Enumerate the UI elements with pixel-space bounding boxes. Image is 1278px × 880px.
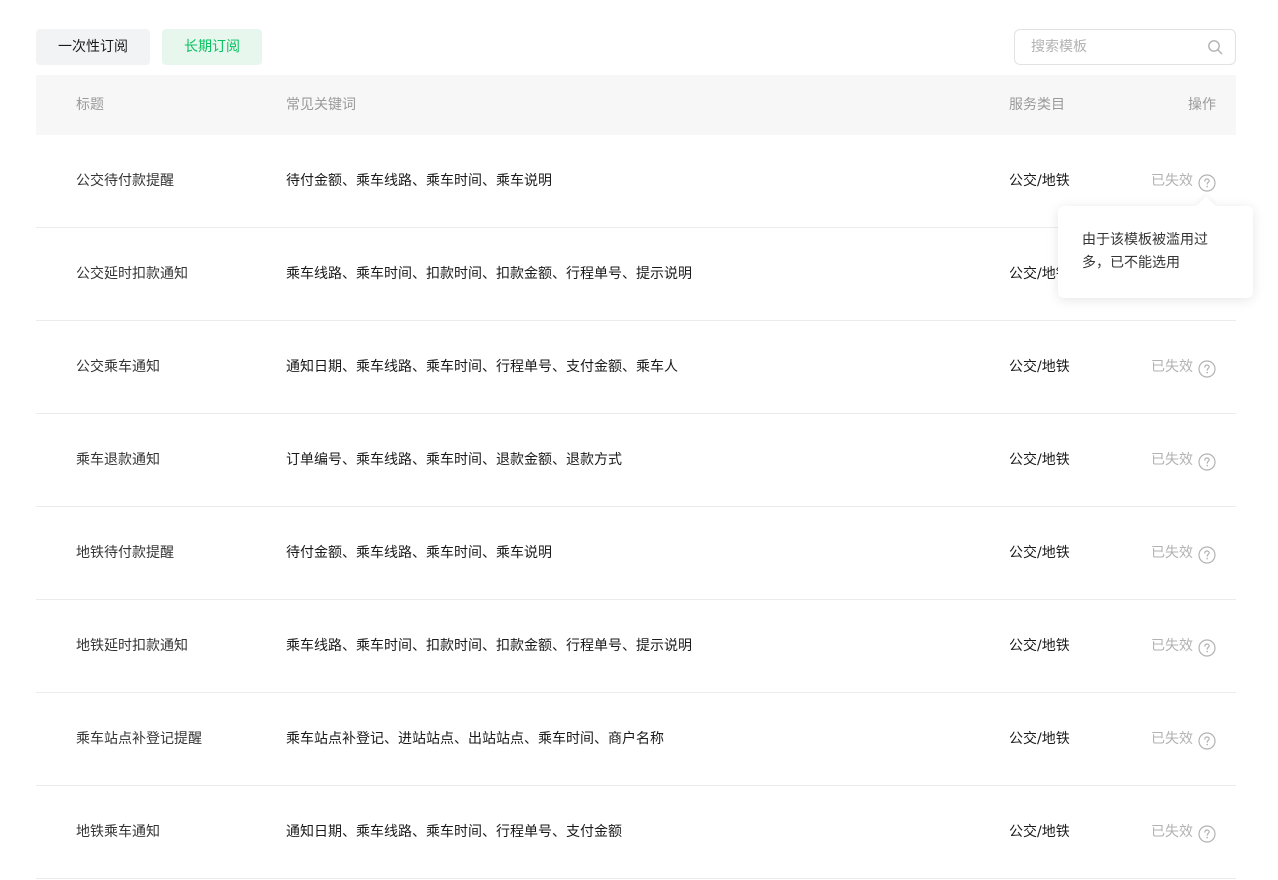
row-keywords: 乘车线路、乘车时间、扣款时间、扣款金额、行程单号、提示说明 bbox=[286, 266, 692, 282]
row-category: 公交/地铁 bbox=[1009, 452, 1070, 468]
status-label: 已失效 bbox=[1151, 638, 1193, 654]
table-row: 乘车站点补登记提醒 乘车站点补登记、进站站点、出站站点、乘车时间、商户名称 公交… bbox=[36, 693, 1236, 786]
row-operation: 已失效 bbox=[1151, 321, 1216, 413]
table-row: 地铁乘车通知 通知日期、乘车线路、乘车时间、行程单号、支付金额 公交/地铁 已失… bbox=[36, 786, 1236, 879]
row-title: 公交乘车通知 bbox=[76, 359, 160, 375]
status-label: 已失效 bbox=[1151, 452, 1193, 468]
tooltip: 由于该模板被滥用过多，已不能选用 bbox=[1058, 206, 1253, 298]
search-box bbox=[1014, 29, 1236, 65]
table-header: 标题 常见关键词 服务类目 操作 bbox=[36, 75, 1236, 135]
row-title: 乘车站点补登记提醒 bbox=[76, 731, 202, 747]
row-operation: 已失效 bbox=[1151, 786, 1216, 878]
status-label: 已失效 bbox=[1151, 359, 1193, 375]
question-circle-icon[interactable] bbox=[1198, 824, 1216, 843]
table-row: 公交待付款提醒 待付金额、乘车线路、乘车时间、乘车说明 公交/地铁 已失效 bbox=[36, 135, 1236, 228]
row-operation: 已失效 bbox=[1151, 693, 1216, 785]
search-input[interactable] bbox=[1031, 30, 1201, 64]
row-title: 乘车退款通知 bbox=[76, 452, 160, 468]
table-row: 乘车退款通知 订单编号、乘车线路、乘车时间、退款金额、退款方式 公交/地铁 已失… bbox=[36, 414, 1236, 507]
row-keywords: 乘车站点补登记、进站站点、出站站点、乘车时间、商户名称 bbox=[286, 731, 664, 747]
row-title: 地铁延时扣款通知 bbox=[76, 638, 188, 654]
row-keywords: 待付金额、乘车线路、乘车时间、乘车说明 bbox=[286, 173, 552, 189]
tab-one-time-subscription[interactable]: 一次性订阅 bbox=[36, 29, 150, 65]
status-label: 已失效 bbox=[1151, 545, 1193, 561]
table-row: 公交乘车通知 通知日期、乘车线路、乘车时间、行程单号、支付金额、乘车人 公交/地… bbox=[36, 321, 1236, 414]
page: 一次性订阅 长期订阅 标题 常见关键词 服务类目 操作 公交待付款提醒 待付金额… bbox=[0, 0, 1278, 880]
row-title: 公交待付款提醒 bbox=[76, 173, 174, 189]
tooltip-text: 由于该模板被滥用过多，已不能选用 bbox=[1082, 232, 1208, 271]
row-title: 地铁乘车通知 bbox=[76, 824, 160, 840]
row-operation: 已失效 bbox=[1151, 507, 1216, 599]
header-title: 标题 bbox=[76, 97, 104, 113]
status-label: 已失效 bbox=[1151, 824, 1193, 840]
tab-long-term-subscription[interactable]: 长期订阅 bbox=[162, 29, 262, 65]
question-circle-icon[interactable] bbox=[1198, 545, 1216, 564]
table-row: 地铁延时扣款通知 乘车线路、乘车时间、扣款时间、扣款金额、行程单号、提示说明 公… bbox=[36, 600, 1236, 693]
question-circle-icon[interactable] bbox=[1198, 452, 1216, 471]
table-row: 地铁待付款提醒 待付金额、乘车线路、乘车时间、乘车说明 公交/地铁 已失效 bbox=[36, 507, 1236, 600]
header-operation: 操作 bbox=[1188, 97, 1216, 113]
header-category: 服务类目 bbox=[1009, 97, 1065, 113]
question-circle-icon[interactable] bbox=[1198, 731, 1216, 750]
row-keywords: 待付金额、乘车线路、乘车时间、乘车说明 bbox=[286, 545, 552, 561]
row-keywords: 订单编号、乘车线路、乘车时间、退款金额、退款方式 bbox=[286, 452, 622, 468]
row-category: 公交/地铁 bbox=[1009, 359, 1070, 375]
row-title: 公交延时扣款通知 bbox=[76, 266, 188, 282]
row-category: 公交/地铁 bbox=[1009, 638, 1070, 654]
row-category: 公交/地铁 bbox=[1009, 731, 1070, 747]
row-category: 公交/地铁 bbox=[1009, 545, 1070, 561]
row-operation: 已失效 bbox=[1151, 414, 1216, 506]
header-keywords: 常见关键词 bbox=[286, 97, 356, 113]
question-circle-icon[interactable] bbox=[1198, 173, 1216, 192]
row-keywords: 乘车线路、乘车时间、扣款时间、扣款金额、行程单号、提示说明 bbox=[286, 638, 692, 654]
table-row: 公交延时扣款通知 乘车线路、乘车时间、扣款时间、扣款金额、行程单号、提示说明 公… bbox=[36, 228, 1236, 321]
row-category: 公交/地铁 bbox=[1009, 824, 1070, 840]
status-label: 已失效 bbox=[1151, 731, 1193, 747]
search-icon[interactable] bbox=[1207, 39, 1223, 55]
question-circle-icon[interactable] bbox=[1198, 359, 1216, 378]
table-body: 公交待付款提醒 待付金额、乘车线路、乘车时间、乘车说明 公交/地铁 已失效 公交… bbox=[36, 135, 1236, 879]
row-keywords: 通知日期、乘车线路、乘车时间、行程单号、支付金额 bbox=[286, 824, 622, 840]
row-keywords: 通知日期、乘车线路、乘车时间、行程单号、支付金额、乘车人 bbox=[286, 359, 678, 375]
row-title: 地铁待付款提醒 bbox=[76, 545, 174, 561]
row-operation: 已失效 bbox=[1151, 600, 1216, 692]
question-circle-icon[interactable] bbox=[1198, 638, 1216, 657]
